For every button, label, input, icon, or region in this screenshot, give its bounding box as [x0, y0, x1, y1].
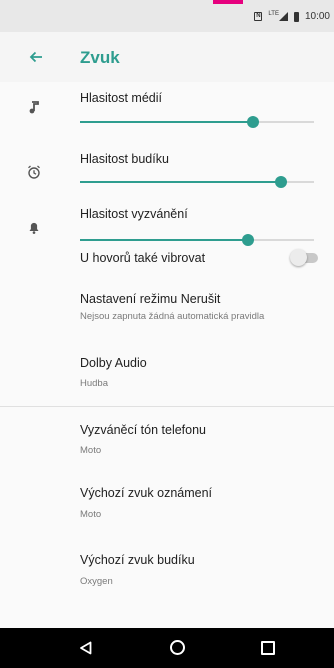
alarm-clock-icon	[28, 165, 40, 179]
circle-home-icon[interactable]	[170, 640, 185, 655]
ring-volume-fill	[80, 239, 249, 241]
notification-sound-title[interactable]: Výchozí zvuk oznámení	[80, 486, 212, 500]
dolby-audio-title[interactable]: Dolby Audio	[80, 356, 147, 370]
alarm-volume-fill	[80, 181, 282, 183]
alarm-sound-title[interactable]: Výchozí zvuk budíku	[80, 553, 195, 567]
alarm-volume-thumb[interactable]	[275, 176, 288, 188]
nfc-icon: N	[254, 12, 263, 21]
app-bar: Zvuk	[0, 32, 334, 82]
media-volume-slider[interactable]	[80, 116, 314, 128]
navigation-bar	[0, 628, 334, 668]
dolby-audio-summary: Hudba	[80, 378, 108, 389]
alarm-sound-summary: Oxygen	[80, 576, 113, 587]
triangle-back-icon[interactable]	[78, 640, 94, 656]
network-type-label: LTE	[268, 10, 279, 17]
ringtone-summary: Moto	[80, 445, 102, 456]
status-accent-bar	[213, 0, 243, 4]
music-note-icon	[29, 101, 39, 114]
media-volume-fill	[80, 121, 254, 123]
alarm-volume-slider[interactable]	[80, 176, 314, 188]
ringtone-title[interactable]: Vyzváněcí tón telefonu	[80, 423, 206, 437]
arrow-left-icon[interactable]	[28, 49, 44, 65]
vibrate-toggle[interactable]	[290, 248, 320, 268]
notification-sound-summary: Moto	[80, 509, 102, 520]
vibrate-label: U hovorů také vibrovat	[80, 251, 206, 265]
section-divider	[0, 406, 334, 407]
signal-icon	[278, 12, 288, 21]
bell-icon	[29, 222, 39, 234]
alarm-volume-label: Hlasitost budíku	[80, 152, 169, 166]
status-bar: N LTE 10:00	[0, 0, 334, 32]
status-time: 10:00	[304, 11, 330, 22]
ring-volume-thumb[interactable]	[242, 234, 255, 246]
ring-volume-slider[interactable]	[80, 234, 314, 246]
square-recents-icon[interactable]	[261, 641, 275, 655]
dnd-settings-title[interactable]: Nastavení režimu Nerušit	[80, 292, 220, 306]
media-volume-label: Hlasitost médií	[80, 91, 162, 105]
ring-volume-label: Hlasitost vyzvánění	[80, 207, 188, 221]
media-volume-thumb[interactable]	[247, 116, 260, 128]
vibrate-toggle-thumb	[290, 249, 307, 266]
battery-icon	[293, 11, 299, 22]
page-title: Zvuk	[80, 48, 120, 67]
dnd-settings-summary: Nejsou zapnuta žádná automatická pravidl…	[80, 311, 265, 322]
status-icons: N LTE 10:00	[254, 11, 330, 22]
